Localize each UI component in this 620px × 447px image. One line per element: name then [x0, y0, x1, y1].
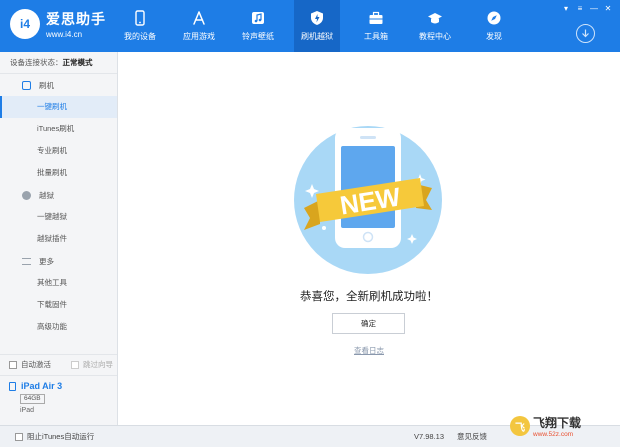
close-icon[interactable]: ✕: [602, 3, 614, 13]
flash-icon: [22, 80, 31, 90]
block-itunes-checkbox[interactable]: 阻止iTunes自动运行: [15, 431, 94, 442]
shield-icon: [311, 11, 323, 25]
graduation-cap-icon: [428, 13, 442, 24]
skin-icon[interactable]: ▾: [560, 3, 572, 13]
sidebar-options: 自动激活 跳过向导: [0, 354, 117, 374]
minimize-icon[interactable]: —: [588, 3, 600, 13]
phone-icon: [135, 10, 145, 26]
app-logo: i4 爱思助手 www.i4.cn: [10, 9, 106, 39]
main-nav: 我的设备 应用游戏 铃声壁纸 刷机越狱 工具箱 教程中心 发现: [117, 0, 530, 52]
block-itunes-label: 阻止iTunes自动运行: [27, 432, 95, 441]
nav-my-device[interactable]: 我的设备: [117, 0, 163, 52]
app-name: 爱思助手: [46, 11, 106, 27]
feedback-link[interactable]: 意见反馈: [457, 431, 487, 442]
sidebar-item-itunes-flash[interactable]: iTunes刷机: [0, 118, 117, 140]
checkbox-icon: [9, 360, 17, 369]
sidebar-item-pro-flash[interactable]: 专业刷机: [0, 140, 117, 162]
sidebar-item-one-click-flash[interactable]: 一键刷机: [0, 96, 117, 118]
nav-discover[interactable]: 发现: [471, 0, 517, 52]
app-url: www.i4.cn: [46, 30, 83, 39]
auto-activate-label: 自动激活: [21, 360, 51, 369]
nav-ringtones[interactable]: 铃声壁纸: [235, 0, 281, 52]
sidebar-item-one-click-jailbreak[interactable]: 一键越狱: [0, 206, 117, 228]
toolbox-icon: [369, 11, 383, 24]
checkbox-icon: [15, 432, 23, 441]
success-message: 恭喜您，全新刷机成功啦！: [300, 291, 438, 303]
device-name: iPad Air 3: [21, 381, 63, 391]
new-phone-illustration: NEW: [294, 126, 442, 274]
nav-tutorials[interactable]: 教程中心: [412, 0, 458, 52]
logo-icon: i4: [10, 9, 40, 39]
compass-icon: [487, 11, 501, 25]
sidebar-group-more[interactable]: 更多: [0, 250, 117, 272]
device-type: iPad: [20, 407, 35, 414]
top-bar: i4 爱思助手 www.i4.cn 我的设备 应用游戏 铃声壁纸 刷机越狱 工具…: [0, 0, 620, 52]
status-label: 设备连接状态：: [10, 58, 63, 67]
skip-wizard-checkbox[interactable]: 跳过向导: [71, 359, 113, 370]
version-label: V7.98.13: [414, 432, 445, 441]
watermark: 飞 飞翔下载 www.52z.com: [510, 414, 581, 438]
sidebar: 设备连接状态：正常模式 刷机 一键刷机 iTunes刷机 专业刷机 批量刷机 越…: [0, 52, 118, 425]
nav-label: 刷机越狱: [301, 32, 333, 41]
nav-label: 教程中心: [419, 32, 451, 41]
watermark-title: 飞翔下载: [533, 416, 582, 430]
device-capacity: 64GB: [20, 394, 45, 404]
nav-apps[interactable]: 应用游戏: [176, 0, 222, 52]
connection-status: 设备连接状态：正常模式: [0, 52, 117, 74]
window-controls: ▾ ≡ — ✕: [558, 3, 614, 13]
sidebar-item-advanced[interactable]: 高级功能: [0, 316, 117, 338]
nav-label: 工具箱: [364, 32, 388, 41]
group-label: 刷机: [39, 80, 54, 90]
sidebar-group-jailbreak[interactable]: 越狱: [0, 184, 117, 206]
sidebar-group-flash[interactable]: 刷机: [0, 74, 117, 96]
menu-icon[interactable]: ≡: [574, 3, 586, 13]
download-arrow-icon: [582, 29, 589, 38]
nav-label: 发现: [486, 32, 502, 41]
status-value: 正常模式: [62, 58, 93, 67]
confirm-button[interactable]: 确定: [332, 313, 405, 334]
checkbox-icon: [71, 360, 79, 369]
skip-wizard-label: 跳过向导: [83, 360, 113, 369]
sidebar-item-batch-flash[interactable]: 批量刷机: [0, 162, 117, 184]
apps-icon: [193, 11, 205, 25]
group-label: 更多: [39, 256, 54, 266]
sidebar-item-jailbreak-plugins[interactable]: 越狱插件: [0, 228, 117, 250]
auto-activate-checkbox[interactable]: 自动激活: [9, 359, 51, 370]
nav-toolbox[interactable]: 工具箱: [353, 0, 399, 52]
menu-icon: [22, 257, 31, 265]
watermark-logo-icon: 飞: [510, 416, 530, 436]
status-bar: 阻止iTunes自动运行 V7.98.13 意见反馈 飞 飞翔下载 www.52…: [0, 416, 620, 447]
watermark-url: www.52z.com: [533, 431, 574, 438]
sidebar-item-download-firmware[interactable]: 下载固件: [0, 294, 117, 316]
sidebar-item-other-tools[interactable]: 其他工具: [0, 272, 117, 294]
download-button[interactable]: [576, 24, 595, 43]
main-panel: NEW 恭喜您，全新刷机成功啦！ 确定 查看日志: [118, 52, 620, 425]
device-info[interactable]: iPad Air 3 64GB iPad: [0, 375, 117, 425]
nav-label: 我的设备: [124, 32, 156, 41]
jailbreak-icon: [22, 190, 31, 200]
nav-flash-jailbreak[interactable]: 刷机越狱: [294, 0, 340, 52]
ipad-icon: [9, 381, 16, 391]
view-log-link[interactable]: 查看日志: [118, 345, 620, 356]
nav-label: 铃声壁纸: [242, 32, 274, 41]
music-icon: [252, 12, 264, 24]
nav-label: 应用游戏: [183, 32, 215, 41]
group-label: 越狱: [39, 190, 54, 200]
